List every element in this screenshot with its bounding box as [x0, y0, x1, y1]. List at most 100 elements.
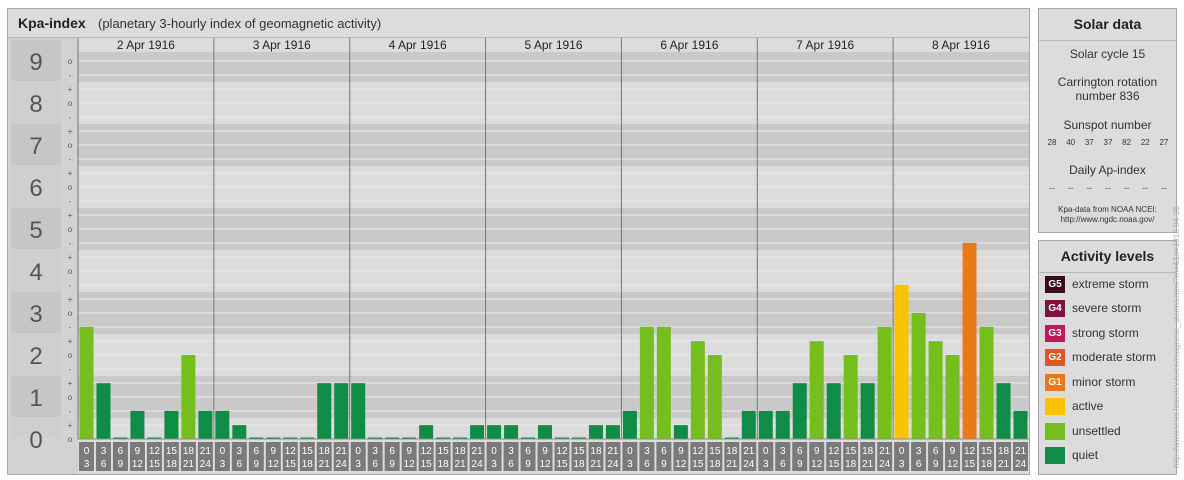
activity-levels-heading: Activity levels [1039, 241, 1176, 273]
kp-bar [741, 410, 756, 439]
legend-swatch: G4 [1045, 299, 1065, 317]
kp-bar [504, 425, 519, 439]
legend-label: strong storm [1072, 326, 1139, 340]
kp-bar [622, 410, 637, 439]
sub-tick-label: + [68, 85, 73, 94]
legend-label: moderate storm [1072, 350, 1157, 364]
interval-start-label: 3 [372, 446, 378, 457]
interval-start-label: 9 [271, 446, 277, 457]
y-tick-label: 9 [29, 49, 42, 76]
kp-bar [79, 326, 94, 439]
day-label: 4 Apr 1916 [389, 38, 447, 52]
interval-end-label: 12 [675, 459, 687, 470]
sub-tick-label: o [68, 393, 73, 402]
y-tick-label: 8 [29, 91, 42, 118]
interval-start-label: 18 [319, 446, 331, 457]
sub-tick-label: - [69, 281, 72, 290]
kp-bar [232, 425, 247, 439]
day-label: 7 Apr 1916 [796, 38, 854, 52]
kp-bar [605, 425, 620, 439]
interval-start-label: 6 [389, 446, 395, 457]
interval-end-label: 6 [372, 459, 378, 470]
interval-start-label: 0 [220, 446, 226, 457]
kp-bar [198, 410, 213, 439]
interval-end-label: 6 [101, 459, 107, 470]
interval-end-label: 15 [421, 459, 433, 470]
legend-item-g5: G5 extreme storm [1045, 274, 1149, 294]
kp-bar [690, 341, 705, 439]
kp-bar [911, 313, 926, 439]
interval-start-label: 0 [84, 446, 90, 457]
interval-start-label: 6 [933, 446, 939, 457]
interval-start-label: 9 [814, 446, 820, 457]
legend-label: minor storm [1072, 375, 1136, 389]
interval-start-label: 18 [183, 446, 195, 457]
interval-start-label: 0 [355, 446, 361, 457]
kp-bar [860, 383, 875, 439]
interval-start-label: 12 [421, 446, 433, 457]
source-watermark: http://www.tesis.lebedev.ru/en/magnetic_… [1172, 206, 1181, 468]
sub-tick-label: o [68, 351, 73, 360]
legend-item-g4: G4 severe storm [1045, 298, 1141, 318]
interval-start-label: 15 [573, 446, 585, 457]
interval-end-label: 24 [200, 459, 212, 470]
interval-end-label: 9 [254, 459, 260, 470]
interval-end-label: 6 [916, 459, 922, 470]
interval-end-label: 24 [879, 459, 891, 470]
kp-bar [826, 383, 841, 439]
y-tick-label: 1 [29, 385, 42, 412]
interval-start-label: 15 [302, 446, 314, 457]
kp-bar [928, 341, 943, 439]
y-tick-label: 5 [29, 217, 42, 244]
ap-value: -- [1104, 183, 1111, 193]
interval-end-label: 12 [404, 459, 416, 470]
sub-tick-label: + [68, 379, 73, 388]
kp-bar [317, 383, 332, 439]
interval-start-label: 12 [285, 446, 297, 457]
sub-tick-label: + [68, 421, 73, 430]
interval-start-label: 15 [438, 446, 450, 457]
carrington-rotation-label: Carrington rotation [1057, 75, 1158, 89]
interval-start-label: 21 [200, 446, 212, 457]
kp-bar [979, 326, 994, 439]
interval-end-label: 18 [709, 459, 721, 470]
kp-bar [538, 425, 552, 439]
interval-start-label: 12 [692, 446, 704, 457]
day-label: 2 Apr 1916 [117, 38, 175, 52]
interval-end-label: 9 [118, 459, 124, 470]
kp-index-panel: Kpa-index (planetary 3-hourly index of g… [7, 8, 1030, 475]
interval-end-label: 18 [302, 459, 314, 470]
interval-start-label: 12 [149, 446, 161, 457]
interval-end-label: 12 [811, 459, 823, 470]
sunspot-value: 40 [1066, 138, 1076, 147]
interval-end-label: 3 [84, 459, 90, 470]
legend-item-quiet: quiet [1045, 445, 1098, 465]
interval-start-label: 6 [118, 446, 124, 457]
day-label: 6 Apr 1916 [660, 38, 718, 52]
interval-end-label: 3 [220, 459, 226, 470]
interval-start-label: 12 [556, 446, 568, 457]
data-credit-url: http://www.ngdc.noaa.gov/ [1060, 215, 1155, 224]
interval-end-label: 15 [285, 459, 297, 470]
interval-end-label: 3 [355, 459, 361, 470]
solar-data-heading: Solar data [1039, 9, 1176, 41]
kp-bar-chart: 0123456789o+-o+-o+-o+-o+-o+-o+-o+-o+-o2 … [8, 38, 1029, 474]
sunspot-value: 28 [1047, 138, 1057, 147]
data-credit: Kpa-data from NOAA NCEI: [1058, 205, 1157, 214]
sunspot-value: 37 [1103, 138, 1113, 147]
kp-bar [843, 355, 858, 439]
interval-end-label: 24 [1015, 459, 1027, 470]
kp-bar [894, 284, 909, 439]
sub-tick-label: + [68, 127, 73, 136]
interval-start-label: 15 [709, 446, 721, 457]
kp-bar [758, 410, 773, 439]
sub-tick-label: - [69, 71, 72, 80]
interval-start-label: 21 [879, 446, 891, 457]
interval-start-label: 21 [743, 446, 755, 457]
kp-bar [470, 425, 485, 439]
interval-start-label: 18 [590, 446, 602, 457]
day-label: 5 Apr 1916 [524, 38, 582, 52]
interval-end-label: 12 [539, 459, 551, 470]
sub-tick-label: + [68, 337, 73, 346]
interval-end-label: 24 [607, 459, 619, 470]
